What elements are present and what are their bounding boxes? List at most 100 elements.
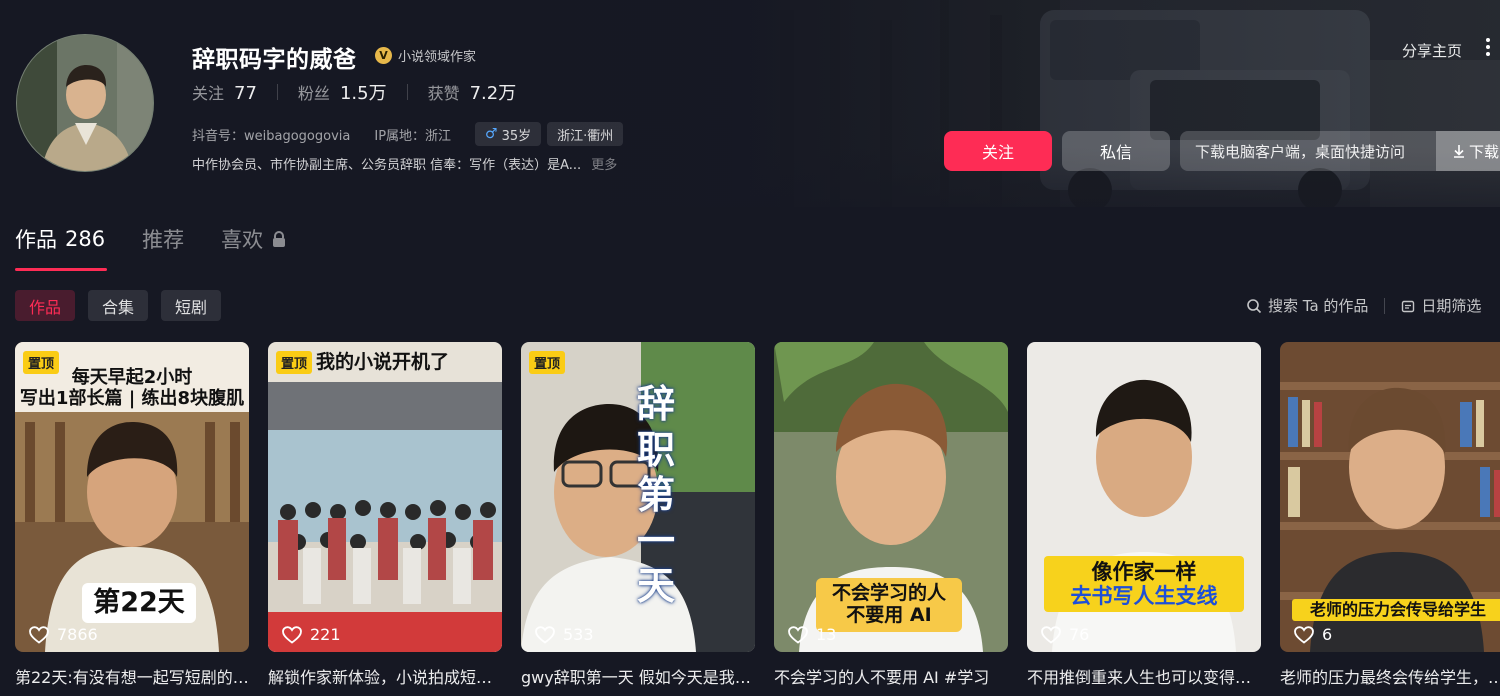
tab-label: 推荐 xyxy=(142,228,185,252)
stat-likes: 获赞 7.2万 xyxy=(428,79,517,105)
search-works-button[interactable]: 搜索 Ta 的作品 xyxy=(1246,295,1368,316)
download-icon xyxy=(1454,145,1464,158)
video-caption[interactable]: 老师的压力最终会传给学生，其实 xyxy=(1280,664,1500,688)
video-caption[interactable]: 不会学习的人不要用 AI #学习 xyxy=(774,664,1008,688)
overlay-text: 我的小说开机了 xyxy=(316,351,450,374)
overlay-line: 写出1部长篇 | 练出8块腹肌 xyxy=(19,387,245,409)
message-button[interactable]: 私信 xyxy=(1062,131,1170,171)
stat-label: 获赞 xyxy=(427,84,460,103)
video-thumbnail[interactable]: 置顶 每天早起2小时 写出1部长篇 | 练出8块腹肌 第22天 7866 xyxy=(15,342,249,652)
overlay-text: 老师的压力会传导给学生 xyxy=(1292,599,1500,622)
video-card[interactable]: 像作家一样 去书写人生支线 76 不用推倒重来人生也可以变得精彩 xyxy=(1027,342,1261,688)
filter-works[interactable]: 作品 xyxy=(15,290,76,321)
heart-icon xyxy=(788,625,808,644)
list-tools: 搜索 Ta 的作品 日期筛选 xyxy=(1246,295,1481,316)
video-card[interactable]: 不会学习的人 不要用 AI 13 不会学习的人不要用 AI #学习 xyxy=(774,342,1008,688)
video-thumbnail[interactable]: 置顶 我的小说开机了 221 xyxy=(268,342,502,652)
video-card[interactable]: 老师的压力会传导给学生 6 老师的压力最终会传给学生，其实 xyxy=(1280,342,1500,688)
pinned-badge: 置顶 xyxy=(276,351,313,374)
video-card[interactable]: 置顶 辞职第一天 533 gwy辞职第一天 假如今天是我在体制内 xyxy=(521,342,755,688)
stat-followers[interactable]: 粉丝 1.5万 xyxy=(298,79,387,105)
tab-recommend[interactable]: 推荐 xyxy=(142,224,184,254)
profile-meta: 抖音号：weibagogogovia IP属地：浙江 ♂ 35岁 浙江·衢州 xyxy=(192,122,629,146)
overlay-line: 不要用 AI xyxy=(846,603,932,626)
video-caption[interactable]: 解锁作家新体验，小说拍成短剧了 xyxy=(268,664,502,688)
overlay-text: 不会学习的人 不要用 AI xyxy=(816,578,962,632)
divider xyxy=(276,84,278,100)
video-caption[interactable]: 不用推倒重来人生也可以变得精彩 xyxy=(1027,664,1261,688)
video-cover-image xyxy=(268,342,502,652)
heart-icon xyxy=(1294,625,1314,644)
age-chip: ♂ 35岁 xyxy=(475,122,542,146)
like-count: 6 xyxy=(1294,625,1332,644)
pinned-badge: 置顶 xyxy=(529,351,566,374)
male-icon: ♂ xyxy=(485,126,498,142)
tab-likes[interactable]: 喜欢 xyxy=(221,224,287,254)
stat-label: 粉丝 xyxy=(297,84,330,103)
bio-more-link[interactable]: 更多 xyxy=(591,154,617,173)
search-icon xyxy=(1247,298,1262,313)
verification-badge: V 小说领域作家 xyxy=(375,46,476,65)
overlay-line: 去书写人生支线 xyxy=(1070,584,1218,609)
date-filter-label: 日期筛选 xyxy=(1421,297,1482,315)
like-count: 221 xyxy=(282,625,341,644)
video-caption[interactable]: 第22天:有没有想一起写短剧的朋友 xyxy=(15,664,249,688)
filter-short-dramas[interactable]: 短剧 xyxy=(161,290,222,321)
video-thumbnail[interactable]: 不会学习的人 不要用 AI 13 xyxy=(774,342,1008,652)
like-count-value: 7866 xyxy=(57,625,98,644)
divider xyxy=(1384,297,1386,314)
like-count: 7866 xyxy=(29,625,98,644)
overlay-big-text: 辞职第一天 xyxy=(636,382,675,609)
active-tab-indicator xyxy=(15,268,107,271)
download-hint: 下载电脑客户端，桌面快捷访问 xyxy=(1195,142,1406,161)
ip-location: IP属地：浙江 xyxy=(374,128,452,144)
profile-bio: 中作协会员、市作协副主席、公务员辞职 信奉：写作（表达）是A... 更多 xyxy=(192,154,617,173)
video-card[interactable]: 置顶 我的小说开机了 221 解锁作家新体验，小说拍成短剧了 xyxy=(268,342,502,688)
like-count: 13 xyxy=(788,625,836,644)
video-caption[interactable]: gwy辞职第一天 假如今天是我在体制内 xyxy=(521,664,755,688)
download-button[interactable]: 下载 xyxy=(1436,131,1500,171)
overlay-text: 像作家一样 去书写人生支线 xyxy=(1044,556,1244,613)
avatar-image xyxy=(17,35,153,171)
video-thumbnail[interactable]: 老师的压力会传导给学生 6 xyxy=(1280,342,1500,652)
like-count-value: 221 xyxy=(310,625,341,644)
heart-icon xyxy=(29,625,49,644)
overlay-big-text: 第22天 xyxy=(82,583,196,623)
more-options-icon[interactable] xyxy=(1486,38,1490,56)
follow-button[interactable]: 关注 xyxy=(944,131,1052,171)
stat-value: 7.2万 xyxy=(469,83,517,104)
date-filter-button[interactable]: 日期筛选 xyxy=(1401,295,1481,316)
douyin-id: 抖音号：weibagogogovia xyxy=(192,128,351,144)
search-label: 搜索 Ta 的作品 xyxy=(1268,297,1369,315)
verified-icon: V xyxy=(375,47,392,64)
verification-label: 小说领域作家 xyxy=(398,50,477,65)
lock-icon xyxy=(273,230,286,247)
profile-tabs: 作品 286 推荐 喜欢 xyxy=(15,224,324,254)
profile-stats: 关注 77 粉丝 1.5万 获赞 7.2万 xyxy=(192,80,516,104)
like-count-value: 13 xyxy=(816,625,837,644)
overlay-line: 不会学习的人 xyxy=(831,582,946,604)
overlay-text: 每天早起2小时 写出1部长篇 | 练出8块腹肌 xyxy=(15,367,249,409)
video-thumbnail[interactable]: 像作家一样 去书写人生支线 76 xyxy=(1027,342,1261,652)
stat-value: 77 xyxy=(234,83,257,104)
video-thumbnail[interactable]: 置顶 辞职第一天 533 xyxy=(521,342,755,652)
video-card[interactable]: 置顶 每天早起2小时 写出1部长篇 | 练出8块腹肌 第22天 7866 第22… xyxy=(15,342,249,688)
avatar[interactable] xyxy=(16,34,154,172)
stat-label: 关注 xyxy=(192,84,225,103)
stat-following[interactable]: 关注 77 xyxy=(192,80,257,104)
filter-collections[interactable]: 合集 xyxy=(88,290,149,321)
like-count: 533 xyxy=(535,625,594,644)
calendar-icon xyxy=(1402,300,1415,312)
overlay-line: 我的小说开机了 xyxy=(316,351,450,373)
like-count: 76 xyxy=(1041,625,1089,644)
age-text: 35岁 xyxy=(501,128,532,144)
tab-works[interactable]: 作品 286 xyxy=(15,224,105,254)
download-label: 下载 xyxy=(1469,142,1500,161)
tab-label: 作品 xyxy=(15,228,57,252)
region-chip: 浙江·衢州 xyxy=(547,122,624,146)
tab-label: 喜欢 xyxy=(221,228,264,252)
content-filters: 作品 合集 短剧 xyxy=(15,290,222,321)
share-profile-button[interactable]: 分享主页 xyxy=(1402,40,1462,61)
heart-icon xyxy=(282,625,302,644)
heart-icon xyxy=(1041,625,1061,644)
